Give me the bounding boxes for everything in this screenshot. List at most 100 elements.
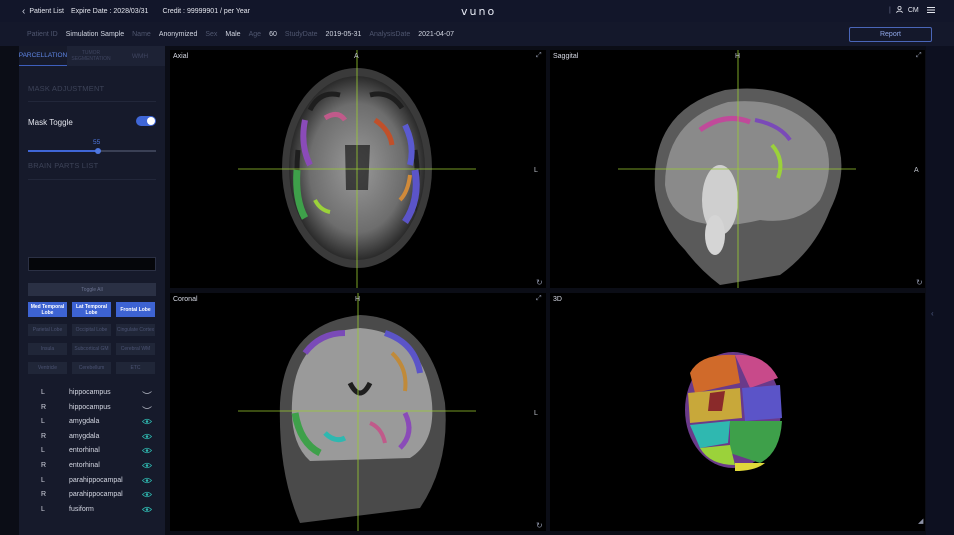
part-name: parahippocampal bbox=[69, 476, 123, 484]
user-icon bbox=[896, 5, 903, 15]
study-date-label: StudyDate bbox=[284, 30, 318, 38]
age-label: Age bbox=[248, 30, 262, 38]
eye-icon[interactable] bbox=[141, 490, 153, 499]
3d-viewport[interactable]: 3D ◢ bbox=[550, 293, 925, 531]
sex-value: Male bbox=[225, 30, 241, 38]
lobe-button[interactable]: ETC bbox=[116, 362, 155, 374]
slider-thumb[interactable] bbox=[95, 148, 102, 154]
study-date-value: 2019-05-31 bbox=[325, 30, 362, 38]
coronal-image bbox=[238, 293, 476, 531]
analysis-date-value: 2021-04-07 bbox=[418, 30, 455, 38]
eye-closed-icon[interactable] bbox=[142, 388, 152, 397]
lobe-button[interactable]: Ventricle bbox=[28, 362, 67, 374]
tab-tumor-segmentation[interactable]: TUMOR SEGMENTATION bbox=[67, 46, 115, 66]
eye-icon[interactable] bbox=[141, 505, 153, 514]
rotate-icon[interactable]: ↻ bbox=[536, 278, 543, 287]
list-item: Rentorhinal bbox=[19, 459, 165, 473]
eye-icon[interactable] bbox=[141, 476, 153, 485]
resize-handle-icon[interactable]: ◢ bbox=[918, 517, 923, 525]
mask-adjustment-heading: MASK ADJUSTMENT bbox=[28, 84, 105, 93]
list-item: Lhippocampus bbox=[19, 386, 165, 400]
tab-bar: PARCELLATION TUMOR SEGMENTATION WMH bbox=[19, 46, 165, 66]
lobe-button[interactable]: Cingulate Cortex bbox=[116, 324, 155, 336]
vuno-logo: vuno bbox=[461, 5, 497, 18]
mask-toggle-switch[interactable] bbox=[136, 116, 156, 126]
eye-icon[interactable] bbox=[141, 461, 153, 470]
part-name: fusiform bbox=[69, 505, 94, 513]
viewport-label: Coronal bbox=[173, 296, 198, 303]
list-item: Lamygdala bbox=[19, 415, 165, 429]
part-name: entorhinal bbox=[69, 447, 100, 455]
toggle-all-button[interactable]: Toggle All bbox=[28, 283, 156, 296]
menu-icon[interactable] bbox=[927, 6, 935, 16]
divider bbox=[28, 101, 156, 102]
side-label: L bbox=[41, 476, 45, 484]
right-panel bbox=[926, 46, 954, 535]
lobe-button[interactable]: Occipital Lobe bbox=[72, 324, 111, 336]
back-to-patient-list[interactable]: Patient List bbox=[29, 8, 64, 15]
expire-date: Expire Date : 2028/03/31 bbox=[70, 7, 149, 15]
list-item: Ramygdala bbox=[19, 430, 165, 444]
age-value: 60 bbox=[269, 30, 277, 38]
lobe-button[interactable]: Insula bbox=[28, 343, 67, 355]
name-value: Anonymized bbox=[158, 30, 198, 38]
lobe-button[interactable]: Parietal Lobe bbox=[28, 324, 67, 336]
list-item: Rhippocampus bbox=[19, 401, 165, 415]
patient-id-value: Simulation Sample bbox=[65, 30, 125, 38]
user-menu[interactable]: | CM bbox=[889, 5, 919, 15]
eye-icon[interactable] bbox=[141, 432, 153, 441]
opacity-slider[interactable] bbox=[28, 148, 156, 154]
sidebar: PARCELLATION TUMOR SEGMENTATION WMH MASK… bbox=[19, 46, 165, 535]
eye-icon[interactable] bbox=[141, 417, 153, 426]
eye-closed-icon[interactable] bbox=[142, 403, 152, 412]
side-label: L bbox=[41, 505, 45, 513]
brain-parts-list-heading: BRAIN PARTS LIST bbox=[28, 161, 99, 170]
list-item: Lparahippocampal bbox=[19, 474, 165, 488]
lobe-button[interactable]: Lat Temporal Lobe bbox=[72, 302, 111, 317]
eye-icon[interactable] bbox=[141, 446, 153, 455]
rotate-icon[interactable]: ↻ bbox=[536, 521, 543, 530]
lobe-button[interactable]: Cerebellum bbox=[72, 362, 111, 374]
report-button[interactable]: Report bbox=[849, 27, 932, 42]
rotate-icon[interactable]: ↻ bbox=[916, 278, 923, 287]
part-name: amygdala bbox=[69, 418, 100, 426]
coronal-viewport[interactable]: Coronal H L ⤢ ↻ bbox=[170, 293, 546, 531]
search-input[interactable] bbox=[28, 257, 156, 271]
opacity-value: 55 bbox=[93, 139, 101, 146]
lobe-button[interactable]: Subcortical GM bbox=[72, 343, 111, 355]
lobe-button[interactable]: Med Temporal Lobe bbox=[28, 302, 67, 317]
part-name: amygdala bbox=[69, 432, 100, 440]
credit: Credit : 99999901 / per Year bbox=[162, 7, 251, 15]
divider: | bbox=[889, 7, 891, 14]
axial-image bbox=[238, 50, 476, 288]
part-name: hippocampus bbox=[69, 389, 111, 396]
expand-icon[interactable]: ⤢ bbox=[916, 52, 922, 60]
lobe-button[interactable]: Frontal Lobe bbox=[116, 302, 155, 317]
expand-icon[interactable]: ⤢ bbox=[536, 295, 542, 303]
side-label: L bbox=[41, 447, 45, 455]
name-label: Name bbox=[132, 30, 151, 38]
expand-icon[interactable]: ⤢ bbox=[536, 52, 542, 60]
tab-wmh[interactable]: WMH bbox=[115, 46, 165, 66]
sex-label: Sex bbox=[205, 30, 218, 38]
viewport-label: Axial bbox=[173, 53, 189, 60]
orientation-right: L bbox=[534, 410, 538, 417]
sagittal-image bbox=[618, 50, 856, 288]
analysis-date-label: AnalysisDate bbox=[369, 30, 411, 38]
side-label: L bbox=[41, 418, 45, 426]
orientation-right: A bbox=[914, 167, 919, 174]
user-initials: CM bbox=[907, 7, 919, 14]
divider bbox=[28, 179, 156, 180]
chevron-left-icon[interactable]: ‹ bbox=[931, 309, 934, 318]
mask-toggle-label: Mask Toggle bbox=[28, 118, 73, 127]
tab-parcellation[interactable]: PARCELLATION bbox=[19, 46, 67, 66]
side-label: R bbox=[41, 491, 47, 499]
viewport-label: Saggital bbox=[553, 53, 579, 60]
orientation-top: A bbox=[354, 53, 359, 60]
patient-id-label: Patient ID bbox=[27, 30, 58, 38]
sagittal-viewport[interactable]: Saggital H A ⤢ ↻ bbox=[550, 50, 925, 288]
back-icon[interactable]: ‹ bbox=[22, 6, 25, 17]
lobe-button[interactable]: Cerebral WM bbox=[116, 343, 155, 355]
side-label: L bbox=[41, 389, 45, 396]
axial-viewport[interactable]: Axial A L ⤢ ↻ bbox=[170, 50, 546, 288]
